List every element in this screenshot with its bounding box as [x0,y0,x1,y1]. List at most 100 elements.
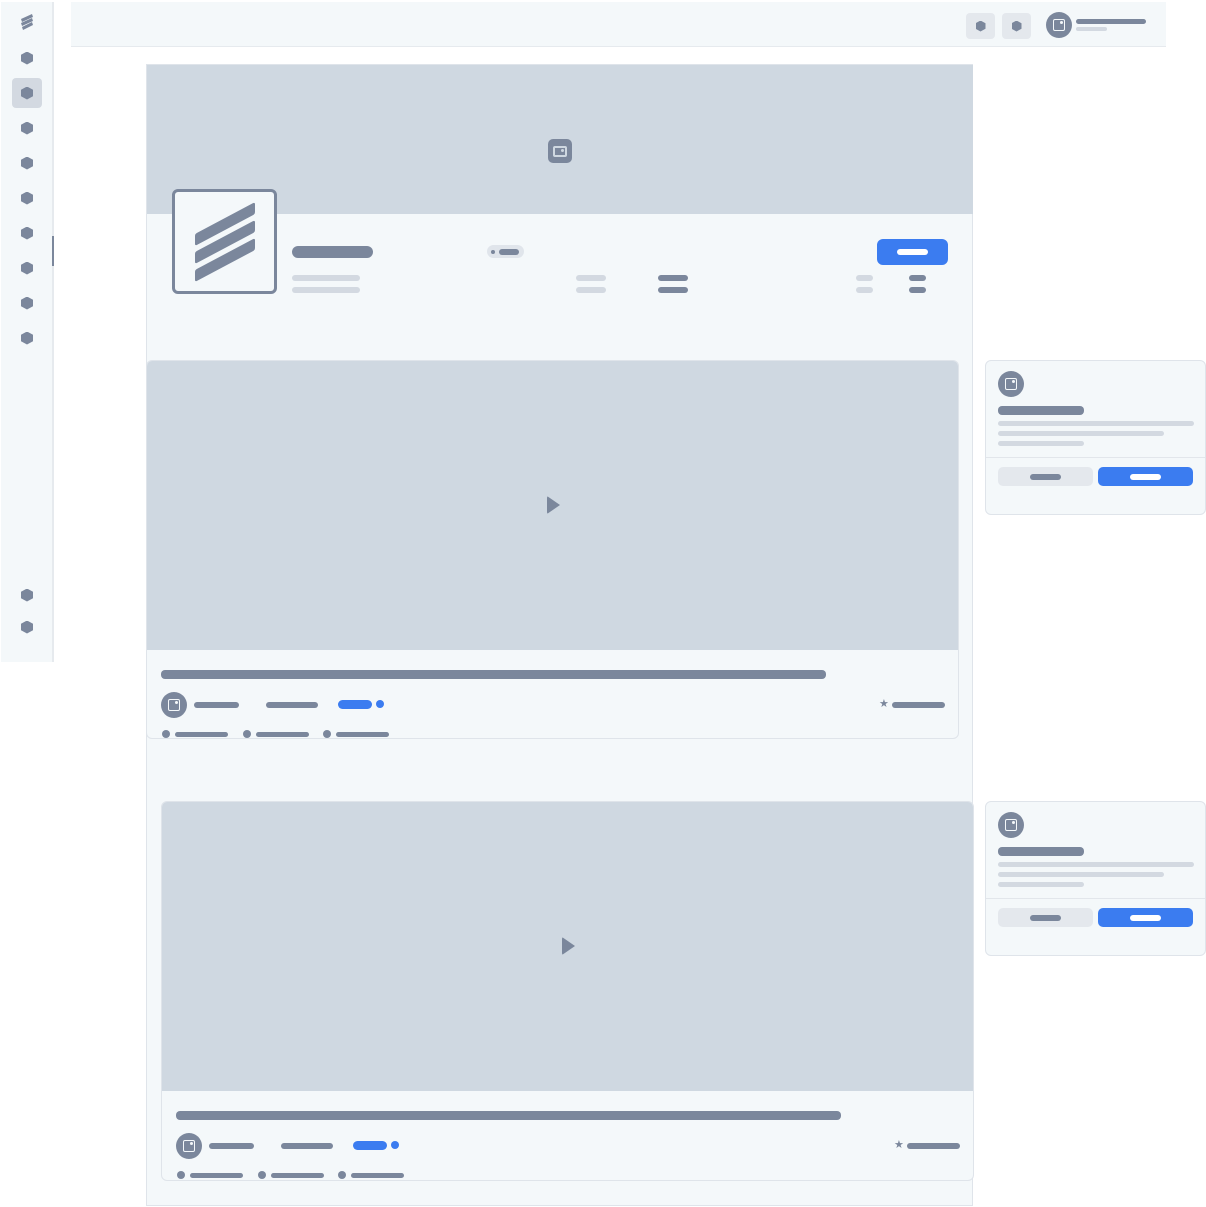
author-name-placeholder [194,702,239,708]
meta-bullet [177,1171,185,1179]
dismiss-button-label-placeholder [1030,915,1061,921]
suggestion-title-placeholder [998,847,1084,856]
profile-logo [172,189,277,294]
accept-button-label-placeholder [1130,474,1161,480]
hex-icon [21,261,33,275]
hex-icon [21,121,33,135]
meta-placeholder [175,732,228,737]
accept-button[interactable] [1098,908,1193,927]
post-tag-badge[interactable] [353,1141,387,1150]
meta-bullet [258,1171,266,1179]
sidebar-item-1[interactable] [12,43,42,73]
play-icon[interactable] [547,496,560,514]
tag-dot [376,700,384,708]
sidebar-item-5[interactable] [12,183,42,213]
rating-placeholder [907,1143,960,1149]
image-icon [548,139,572,163]
status-text-placeholder [499,249,519,255]
image-icon [1005,819,1017,831]
status-dot [491,250,495,254]
suggestion-title-placeholder [998,406,1084,415]
meta-bullet [162,730,170,738]
post-date-placeholder [266,702,318,708]
image-icon [183,1140,195,1152]
stat-value-placeholder [909,287,926,293]
follow-button[interactable] [877,239,948,265]
dismiss-button[interactable] [998,467,1093,486]
meta-placeholder [271,1173,324,1178]
profile-meta-placeholder [292,275,360,281]
sidebar-scroll-indicator[interactable] [52,236,54,266]
meta-placeholder [351,1173,404,1178]
image-icon [1053,19,1065,31]
sidebar-item-7[interactable] [12,253,42,283]
hex-icon [21,156,33,170]
author-avatar[interactable] [161,692,187,718]
status-badge [487,245,524,258]
stat-label-placeholder [856,287,873,293]
hex-icon [21,296,33,310]
star-icon: ★ [894,1139,904,1151]
sidebar-item-6[interactable] [12,218,42,248]
post-title-placeholder[interactable] [176,1111,841,1120]
post-card[interactable]: ★ [146,360,959,739]
divider [986,457,1205,458]
sidebar-bottom-item-1[interactable] [12,580,42,610]
stat-label-placeholder [576,275,606,281]
star-icon: ★ [879,698,889,710]
sidebar [1,2,54,662]
sidebar-item-3[interactable] [12,113,42,143]
sidebar-item-4[interactable] [12,148,42,178]
image-icon [168,699,180,711]
post-title-placeholder[interactable] [161,670,826,679]
hex-icon [21,191,33,205]
suggestion-text-placeholder [998,882,1084,887]
hex-icon [21,620,33,634]
sidebar-item-2-active[interactable] [12,78,42,108]
hex-icon [21,226,33,240]
meta-placeholder [256,732,309,737]
app-logo-icon[interactable] [12,7,42,37]
sidebar-item-8[interactable] [12,288,42,318]
meta-bullet [323,730,331,738]
post-card[interactable]: ★ [161,801,974,1181]
divider [986,898,1205,899]
accept-button[interactable] [1098,467,1193,486]
meta-placeholder [336,732,389,737]
meta-bullet [243,730,251,738]
suggestion-text-placeholder [998,431,1164,436]
video-thumbnail[interactable] [162,802,973,1091]
header-action-button-1[interactable] [966,13,995,39]
video-thumbnail[interactable] [147,361,958,650]
meta-placeholder [190,1173,243,1178]
rating-placeholder [892,702,945,708]
user-name-placeholder [1076,19,1146,24]
suggestion-avatar[interactable] [998,371,1024,397]
play-icon[interactable] [562,937,575,955]
header-action-button-2[interactable] [1002,13,1031,39]
meta-bullet [338,1171,346,1179]
post-tag-badge[interactable] [338,700,372,709]
suggestion-avatar[interactable] [998,812,1024,838]
dismiss-button[interactable] [998,908,1093,927]
stat-label-placeholder [856,275,873,281]
author-avatar[interactable] [176,1133,202,1159]
accept-button-label-placeholder [1130,915,1161,921]
sidebar-bottom-item-2[interactable] [12,612,42,642]
sidebar-item-9[interactable] [12,323,42,353]
suggestion-text-placeholder [998,872,1164,877]
suggestion-text-placeholder [998,441,1084,446]
stat-value-placeholder [658,287,688,293]
top-bar [71,2,1166,47]
suggestion-text-placeholder [998,862,1194,867]
user-role-placeholder [1076,27,1107,31]
author-name-placeholder [209,1143,254,1149]
hex-icon [975,20,986,32]
stat-label-placeholder [576,287,606,293]
image-icon [1005,378,1017,390]
post-date-placeholder [281,1143,333,1149]
profile-name-placeholder [292,246,373,258]
suggestion-text-placeholder [998,421,1194,426]
user-avatar[interactable] [1046,12,1072,38]
hex-icon [21,86,33,100]
